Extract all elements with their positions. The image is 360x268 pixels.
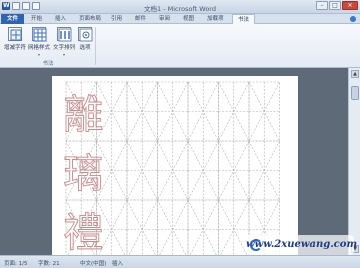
tab-home[interactable]: 开始: [26, 14, 47, 24]
grid-style-label: 网格样式: [27, 45, 50, 51]
calligraphy-character: 璃: [63, 151, 103, 197]
chevron-down-icon: ▾: [37, 52, 40, 57]
text-arrangement-icon: [57, 27, 72, 42]
tab-page-layout[interactable]: 页面布局: [74, 14, 106, 24]
options-label: 选项: [79, 45, 91, 51]
window-title: 文档1 - Microsoft Word: [144, 5, 216, 13]
tab-references[interactable]: 引用: [106, 14, 127, 24]
scroll-thumb[interactable]: [351, 86, 359, 100]
calligraphy-character: 禮: [63, 210, 103, 256]
insert-mode[interactable]: 插入: [112, 259, 123, 267]
ribbon: 增减字符 网格样式 ▾ 文字排列 ▾ 选项 书法: [0, 24, 360, 68]
text-arrangement-button[interactable]: 文字排列 ▾: [52, 26, 76, 57]
tab-file[interactable]: 文件: [1, 14, 25, 24]
add-remove-characters-button[interactable]: 增减字符: [4, 26, 26, 56]
tab-insert[interactable]: 插入: [50, 14, 71, 24]
word-count[interactable]: 字数: 21: [38, 259, 60, 267]
title-bar: W 文档1 - Microsoft Word – □ ✕: [0, 0, 360, 14]
close-button[interactable]: ✕: [342, 1, 358, 10]
vertical-scrollbar[interactable]: ▲ ▼: [348, 68, 360, 255]
tab-addins[interactable]: 加载项: [202, 14, 229, 24]
calligraphy-grid: 離璃禮: [63, 81, 280, 260]
site-watermark: www.2xuewang.com: [246, 235, 358, 255]
group-separator: [95, 27, 96, 65]
tab-calligraphy[interactable]: 书法: [232, 14, 256, 24]
minimize-button[interactable]: –: [316, 1, 328, 10]
watermark-text: www.2xuewang.com: [246, 239, 358, 250]
document-page[interactable]: 離璃禮: [52, 76, 298, 261]
language-indicator[interactable]: 中文(中国): [80, 259, 106, 267]
ribbon-group-label: 书法: [42, 61, 54, 67]
chevron-down-icon: ▾: [62, 52, 65, 57]
grid-style-icon: [32, 27, 47, 42]
status-bar: 页面: 1/5 字数: 21 中文(中国) 插入: [0, 255, 360, 268]
maximize-button[interactable]: □: [329, 1, 341, 10]
window-controls: – □ ✕: [316, 1, 358, 10]
characters-icon: [8, 27, 22, 41]
tab-view[interactable]: 视图: [178, 14, 199, 24]
tab-review[interactable]: 审阅: [154, 14, 175, 24]
add-remove-characters-label: 增减字符: [4, 45, 27, 51]
document-area: 離璃禮: [0, 68, 348, 261]
options-icon: [78, 27, 93, 42]
grid-style-button[interactable]: 网格样式 ▾: [27, 26, 51, 57]
scroll-up-arrow[interactable]: ▲: [351, 70, 359, 78]
watermark-logo-icon: [250, 239, 262, 251]
page-count[interactable]: 页面: 1/5: [4, 259, 27, 267]
calligraphy-character: 離: [63, 92, 103, 138]
ribbon-tabs: 文件 开始 插入 页面布局 引用 邮件 审阅 视图 加载项 书法: [0, 14, 360, 24]
tab-mailings[interactable]: 邮件: [130, 14, 151, 24]
text-arrangement-label: 文字排列: [52, 45, 75, 51]
help-icon[interactable]: [350, 16, 356, 22]
options-button[interactable]: 选项: [77, 26, 93, 56]
